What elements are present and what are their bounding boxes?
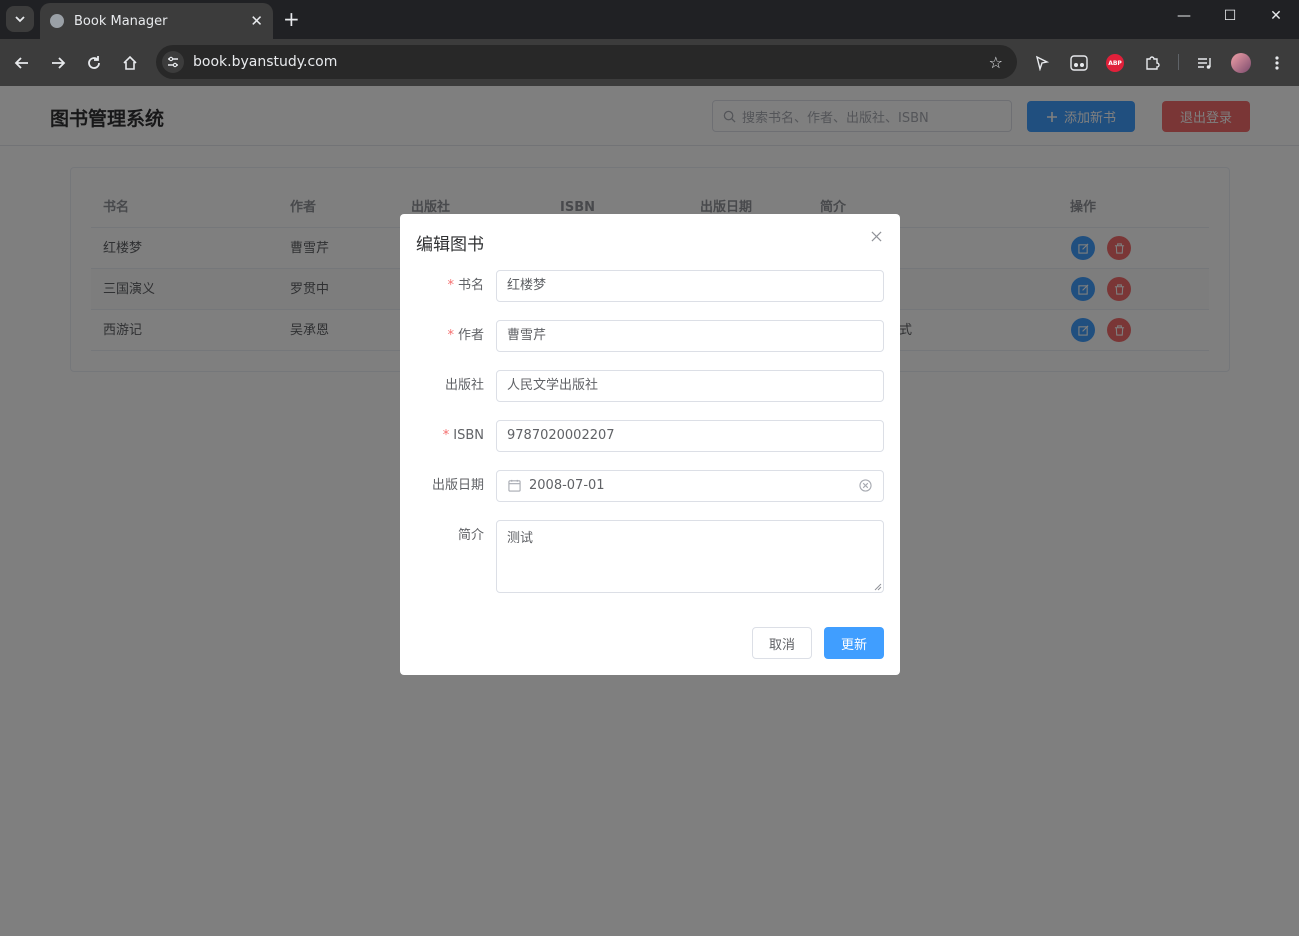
cursor-extension-icon[interactable]: [1030, 51, 1054, 75]
publisher-input[interactable]: 人民文学出版社: [496, 370, 884, 402]
author-input[interactable]: 曹雪芹: [496, 320, 884, 352]
page-content: 图书管理系统 搜索书名、作者、出版社、ISBN 添加新书 退出登录 书名 作者 …: [0, 86, 1299, 936]
clear-circle-icon[interactable]: [859, 479, 872, 492]
browser-toolbar: book.byanstudy.com ☆ ABP: [0, 39, 1299, 86]
calendar-icon: [508, 479, 521, 492]
update-button[interactable]: 更新: [824, 627, 884, 659]
tab-search-button[interactable]: [6, 6, 34, 32]
forward-icon[interactable]: [46, 51, 70, 75]
book-name-input[interactable]: 红楼梦: [496, 270, 884, 302]
form-row-publisher: 出版社 人民文学出版社: [400, 370, 900, 402]
window-close-icon[interactable]: ✕: [1261, 8, 1291, 24]
bookmark-star-icon[interactable]: ☆: [989, 53, 1003, 72]
tab-title: Book Manager: [74, 13, 168, 29]
publish-date-picker[interactable]: 2008-07-01: [496, 470, 884, 502]
home-icon[interactable]: [118, 51, 142, 75]
resize-handle-icon[interactable]: [874, 583, 882, 591]
reload-icon[interactable]: [82, 51, 106, 75]
profile-avatar[interactable]: [1229, 51, 1253, 75]
globe-icon: [50, 14, 64, 28]
edit-book-dialog: 编辑图书 * 书名 红楼梦 * 作者 曹雪芹 出版社 人民文学出版社 * ISBN 9…: [400, 214, 900, 675]
url-text: book.byanstudy.com: [193, 54, 338, 70]
back-icon[interactable]: [10, 51, 34, 75]
form-row-name: * 书名 红楼梦: [400, 270, 900, 302]
browser-tab-bar: Book Manager ✕ + — ☐ ✕: [0, 0, 1299, 39]
reader-extension-icon[interactable]: [1067, 51, 1091, 75]
menu-dots-icon[interactable]: [1265, 51, 1289, 75]
field-label: 简介: [457, 528, 484, 543]
maximize-icon[interactable]: ☐: [1215, 8, 1245, 24]
field-label: 出版日期: [431, 478, 484, 493]
dialog-close-icon[interactable]: [866, 226, 886, 246]
minimize-icon[interactable]: —: [1169, 8, 1199, 24]
toolbar-separator: [1178, 54, 1179, 70]
adblock-extension-icon[interactable]: ABP: [1103, 51, 1127, 75]
field-label: * 作者: [447, 328, 484, 343]
field-label: 出版社: [444, 378, 484, 393]
form-row-intro: 简介 测试: [400, 520, 900, 593]
isbn-input[interactable]: 9787020002207: [496, 420, 884, 452]
extensions-puzzle-icon[interactable]: [1140, 51, 1164, 75]
new-tab-button[interactable]: +: [283, 8, 300, 30]
dialog-title: 编辑图书: [416, 235, 484, 255]
chevron-down-icon: [15, 16, 25, 23]
address-bar[interactable]: book.byanstudy.com ☆: [156, 45, 1017, 79]
form-row-isbn: * ISBN 9787020002207: [400, 420, 900, 452]
form-row-author: * 作者 曹雪芹: [400, 320, 900, 352]
browser-tab[interactable]: Book Manager ✕: [40, 3, 273, 39]
cancel-button[interactable]: 取消: [752, 627, 812, 659]
media-control-icon[interactable]: [1193, 51, 1217, 75]
field-label: * ISBN: [442, 428, 484, 443]
field-label: * 书名: [447, 278, 484, 293]
intro-textarea[interactable]: 测试: [496, 520, 884, 593]
site-settings-icon[interactable]: [162, 51, 184, 73]
form-row-date: 出版日期 2008-07-01: [400, 470, 900, 502]
tab-close-icon[interactable]: ✕: [250, 13, 263, 29]
